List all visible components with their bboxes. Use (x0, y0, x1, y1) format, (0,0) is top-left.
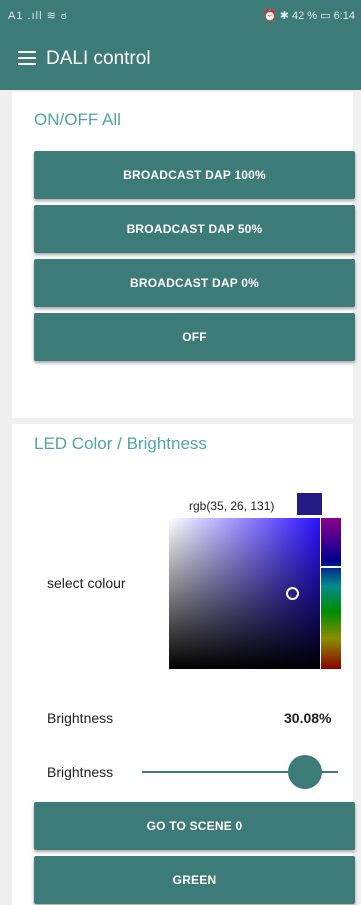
app-title: DALI control (46, 48, 151, 69)
section-title-on-off: ON/OFF All (34, 110, 121, 129)
green-button[interactable]: GREEN (34, 856, 355, 904)
status-right: ⏰ ✱ 42 % ▭ 6:14 (262, 10, 355, 22)
status-bar: A1 .ıll ≋ ಠ ⏰ ✱ 42 % ▭ 6:14 (0, 0, 361, 30)
off-button[interactable]: OFF (34, 313, 355, 361)
select-colour-label: select colour (47, 575, 126, 591)
brightness-label: Brightness (47, 710, 114, 726)
brightness-value: 30.08% (284, 710, 332, 726)
broadcast-50-button[interactable]: BROADCAST DAP 50% (34, 205, 355, 253)
brightness-slider-thumb[interactable] (287, 755, 322, 789)
colour-swatch (297, 493, 322, 515)
on-off-card (12, 92, 353, 418)
broadcast-100-button[interactable]: BROADCAST DAP 100% (34, 151, 355, 199)
hue-slider[interactable] (321, 518, 341, 669)
colour-picker-cursor[interactable] (286, 587, 299, 600)
broadcast-0-button[interactable]: BROADCAST DAP 0% (34, 259, 355, 307)
section-title-led: LED Color / Brightness (34, 434, 207, 453)
app-bar: DALI control (0, 30, 361, 90)
rgb-value-text: rgb(35, 26, 131) (189, 499, 275, 513)
go-to-scene-0-button[interactable]: GO TO SCENE 0 (34, 802, 355, 850)
brightness-slider-label: Brightness (47, 764, 114, 780)
hue-slider-marker[interactable] (321, 566, 341, 568)
status-left: A1 .ıll ≋ ಠ (8, 10, 68, 22)
hamburger-menu-icon[interactable] (18, 51, 36, 66)
